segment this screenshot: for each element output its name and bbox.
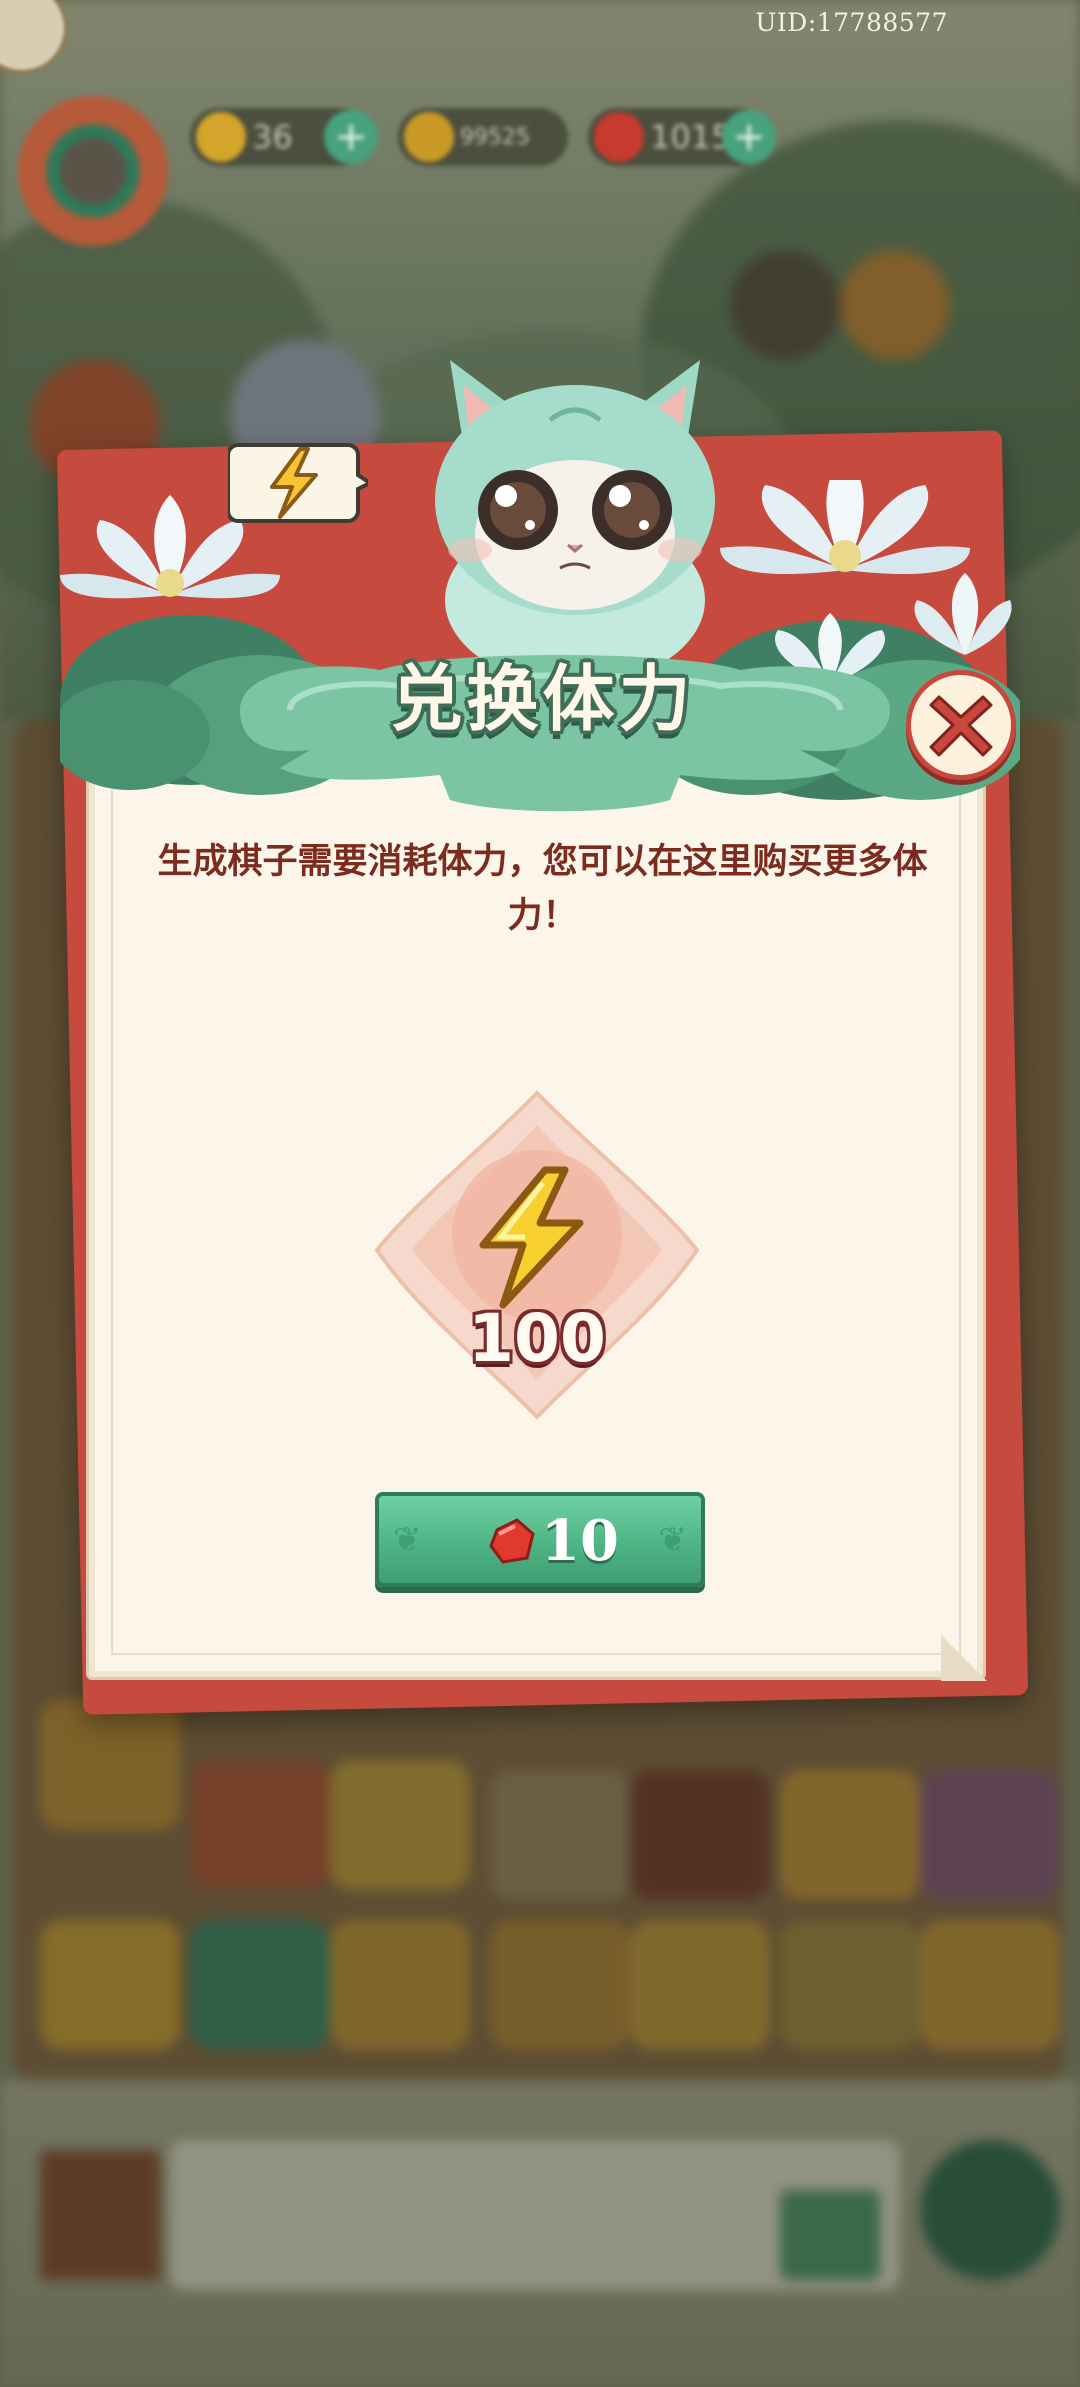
red-gem-icon	[594, 112, 644, 162]
buy-price: 10	[541, 1508, 619, 1574]
energy-value: 36	[252, 118, 293, 156]
energy-counter: 36 +	[190, 108, 378, 166]
button-ornament-right: ❦	[658, 1520, 688, 1560]
add-energy-button[interactable]: +	[324, 110, 378, 164]
red-gem-icon	[489, 1518, 535, 1564]
exchange-energy-dialog: 兑换体力 生成棋子需要消耗体力，您可以在这里购买更多体力！ 100 ❦ ❦ 10	[56, 360, 1029, 1715]
speech-bubble-lightning-icon	[228, 443, 368, 523]
lightning-icon	[479, 1166, 584, 1309]
button-ornament-left: ❦	[393, 1520, 422, 1560]
dialog-title: 兑换体力	[390, 656, 695, 741]
dialog-description: 生成棋子需要消耗体力，您可以在这里购买更多体力！	[157, 841, 928, 936]
coin-counter: 99525	[398, 108, 568, 166]
lightning-icon	[196, 112, 246, 162]
player-avatar[interactable]	[18, 96, 168, 246]
gem-counter: 1015 +	[588, 108, 776, 166]
coin-icon	[404, 112, 454, 162]
add-gems-button[interactable]: +	[722, 110, 776, 164]
cat-mascot-icon	[435, 360, 715, 680]
close-icon	[929, 695, 993, 757]
close-button[interactable]	[906, 670, 1016, 780]
gem-value: 1015	[650, 118, 732, 156]
reward-amount: 100	[468, 1300, 606, 1377]
energy-reward-item: 100	[367, 1085, 707, 1425]
user-id-label: UID:17788577	[755, 8, 948, 37]
buy-energy-button[interactable]: ❦ ❦ 10	[375, 1492, 705, 1587]
coin-value: 99525	[460, 124, 530, 150]
